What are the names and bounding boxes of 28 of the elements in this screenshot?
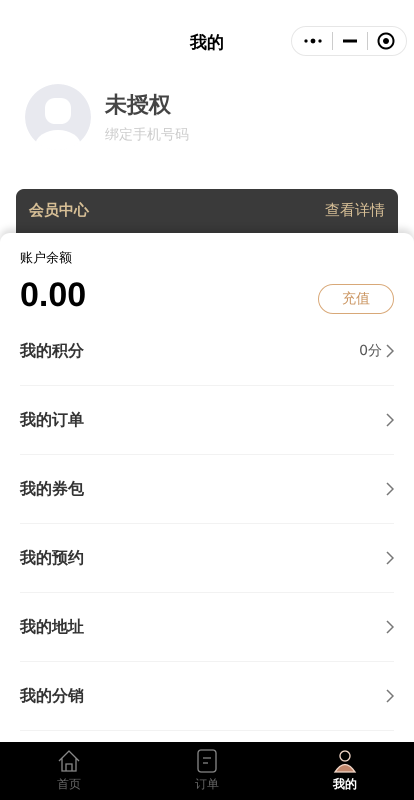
points-value: 0分 [359,342,382,360]
page-title: 我的 [190,32,224,54]
chevron-right-icon [386,620,394,634]
tab-item[interactable]: 订单 [138,742,276,800]
balance-label: 账户余额 [20,250,73,267]
document-icon [197,749,217,773]
member-center-title: 会员中心 [29,201,89,220]
view-details-link[interactable]: 查看详情 [325,201,385,220]
home-icon [57,749,81,773]
tab-item[interactable]: 我的 [276,742,414,800]
user-name: 未授权 [105,92,172,120]
chevron-right-icon [386,413,394,427]
target-icon[interactable] [377,32,396,50]
menu-item[interactable]: 我的券包 [20,478,84,500]
person-icon [333,749,357,773]
tab-item[interactable]: 首页 [0,742,138,800]
menu-item[interactable]: 我的地址 [20,616,84,638]
menu-item[interactable]: 我的订单 [20,410,84,430]
menu-item[interactable]: 我的分销 [20,686,84,706]
chevron-right-icon [386,689,394,703]
chevron-right-icon [386,482,394,496]
menu-item[interactable]: 我的预约 [20,548,84,568]
balance-amount: 0.00 [20,276,86,314]
minimize-icon[interactable] [342,39,358,43]
more-icon[interactable] [302,37,323,45]
menu-item[interactable]: 我的积分 [20,340,84,362]
chevron-right-icon [386,551,394,565]
chevron-right-icon [386,344,394,358]
